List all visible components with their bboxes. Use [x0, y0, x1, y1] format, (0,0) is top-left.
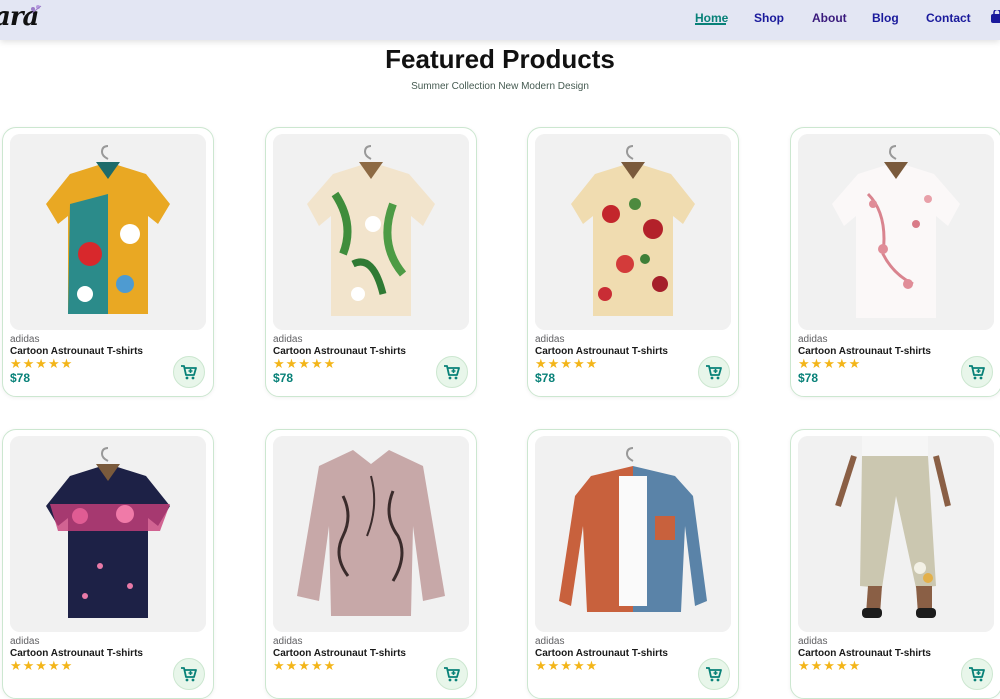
product-card[interactable]: adidas Cartoon Astrounaut T-shirts ★★★★★ — [790, 429, 1000, 699]
product-card[interactable]: adidas Cartoon Astrounaut T-shirts ★★★★★… — [790, 127, 1000, 397]
section-subtitle: Summer Collection New Modern Design — [411, 81, 589, 92]
pink-blossom-shirt-icon — [798, 134, 994, 330]
product-brand: adidas — [10, 334, 40, 345]
product-card[interactable]: adidas Cartoon Astrounaut T-shirts ★★★★★… — [2, 127, 214, 397]
add-to-cart-button[interactable] — [961, 658, 993, 690]
product-image[interactable] — [273, 134, 469, 330]
add-to-cart-button[interactable] — [698, 658, 730, 690]
nav-shop[interactable]: Shop — [754, 11, 784, 25]
rating-stars: ★★★★★ — [273, 658, 337, 673]
product-brand: adidas — [798, 334, 828, 345]
product-image[interactable] — [798, 436, 994, 632]
cart-icon — [969, 667, 985, 682]
nav-contact[interactable]: Contact — [926, 11, 971, 25]
site-header: ara Home Shop About Blog Contact — [0, 0, 1000, 40]
product-price: $78 — [798, 371, 819, 385]
logo-flower-icon — [31, 5, 42, 14]
add-to-cart-button[interactable] — [173, 658, 205, 690]
patterned-blouse-icon — [273, 436, 469, 632]
product-image[interactable] — [10, 436, 206, 632]
add-to-cart-button[interactable] — [436, 356, 468, 388]
cart-icon — [969, 365, 985, 380]
linen-pants-icon — [798, 436, 994, 632]
product-image[interactable] — [798, 134, 994, 330]
rating-stars: ★★★★★ — [798, 356, 862, 371]
rating-stars: ★★★★★ — [798, 658, 862, 673]
add-to-cart-button[interactable] — [961, 356, 993, 388]
nav-active-underline — [695, 23, 726, 25]
nav-blog[interactable]: Blog — [872, 11, 899, 25]
product-price: $78 — [10, 371, 31, 385]
product-brand: adidas — [535, 636, 565, 647]
product-card[interactable]: adidas Cartoon Astrounaut T-shirts ★★★★★ — [2, 429, 214, 699]
product-brand: adidas — [10, 636, 40, 647]
cart-icon — [706, 667, 722, 682]
rating-stars: ★★★★★ — [10, 356, 74, 371]
rating-stars: ★★★★★ — [10, 658, 74, 673]
product-card[interactable]: adidas Cartoon Astrounaut T-shirts ★★★★★ — [527, 429, 739, 699]
cart-icon — [181, 365, 197, 380]
rose-shirt-icon — [535, 134, 731, 330]
product-image[interactable] — [273, 436, 469, 632]
product-price: $78 — [535, 371, 556, 385]
bag-icon[interactable] — [990, 10, 1000, 24]
add-to-cart-button[interactable] — [436, 658, 468, 690]
cart-icon — [706, 365, 722, 380]
cart-icon — [444, 365, 460, 380]
floral-shirt-icon — [273, 134, 469, 330]
product-brand: adidas — [273, 636, 303, 647]
rating-stars: ★★★★★ — [273, 356, 337, 371]
navy-floral-shirt-icon — [10, 436, 206, 632]
product-card[interactable]: adidas Cartoon Astrounaut T-shirts ★★★★★… — [527, 127, 739, 397]
product-brand: adidas — [535, 334, 565, 345]
product-price: $78 — [273, 371, 294, 385]
product-image[interactable] — [535, 436, 731, 632]
rating-stars: ★★★★★ — [535, 356, 599, 371]
two-tone-jacket-icon — [535, 436, 731, 632]
product-image[interactable] — [535, 134, 731, 330]
colorful-shirt-icon — [10, 134, 206, 330]
product-brand: adidas — [798, 636, 828, 647]
nav-about[interactable]: About — [812, 11, 847, 25]
cart-icon — [181, 667, 197, 682]
product-brand: adidas — [273, 334, 303, 345]
cart-icon — [444, 667, 460, 682]
product-card[interactable]: adidas Cartoon Astrounaut T-shirts ★★★★★… — [265, 127, 477, 397]
product-card[interactable]: adidas Cartoon Astrounaut T-shirts ★★★★★ — [265, 429, 477, 699]
add-to-cart-button[interactable] — [173, 356, 205, 388]
product-image[interactable] — [10, 134, 206, 330]
add-to-cart-button[interactable] — [698, 356, 730, 388]
section-title: Featured Products — [385, 44, 615, 74]
rating-stars: ★★★★★ — [535, 658, 599, 673]
